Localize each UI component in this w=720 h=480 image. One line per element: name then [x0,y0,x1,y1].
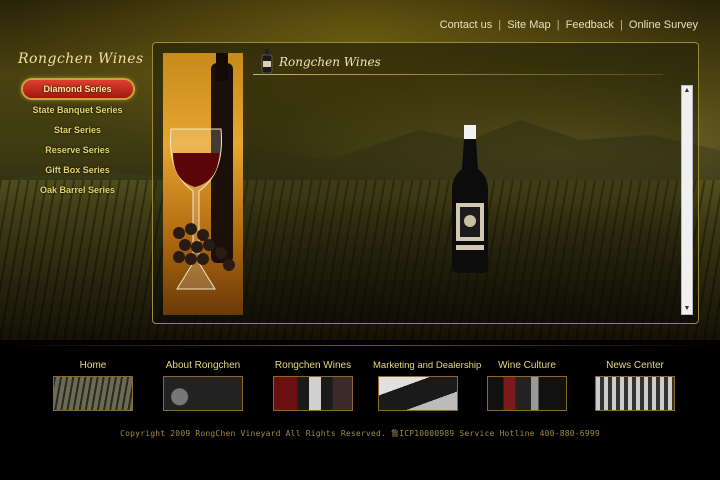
contact-us-link[interactable]: Contact us [440,19,493,31]
site-map-link[interactable]: Site Map [507,19,550,31]
wine-glasses-thumb [487,376,567,411]
wine-glass-illustration [169,53,235,290]
series-item-state-banquet[interactable]: State Banquet Series [0,100,155,120]
link-separator: | [498,19,502,31]
nav-label: Marketing and Dealership [373,360,482,371]
top-links: Contact us | Site Map | Feedback | Onlin… [440,19,698,31]
series-item-reserve[interactable]: Reserve Series [0,140,155,160]
panel-title: Rongchen Wines [279,55,381,69]
nav-item-wine-culture[interactable]: Wine Culture [482,358,572,411]
link-separator: | [619,19,623,31]
arrow-up-icon[interactable]: ▲ [682,86,692,96]
wine-glass-photo [163,53,243,315]
nav-label: Wine Culture [498,360,556,371]
nav-label: Rongchen Wines [274,360,352,371]
nav-item-marketing[interactable]: Marketing and Dealership [373,358,482,411]
nav-label: News Center [606,360,664,371]
link-separator: | [556,19,560,31]
series-item-star[interactable]: Star Series [0,120,155,140]
footer-copyright: Copyright 2009 RongChen Vineyard All Rig… [120,429,600,438]
online-survey-link[interactable]: Online Survey [629,19,698,31]
bottle-icon [261,49,273,73]
bottom-divider [0,345,720,346]
panel-divider [253,74,663,75]
product-bottle[interactable] [448,125,492,275]
series-item-gift-box[interactable]: Gift Box Series [0,160,155,180]
vineyard-thumb [53,376,133,411]
feedback-link[interactable]: Feedback [566,19,614,31]
wine-rack-thumb [595,376,675,411]
bottle-on-side-thumb [378,376,458,411]
series-menu: Diamond Series State Banquet Series Star… [0,80,155,200]
nav-label: Home [79,360,107,371]
nav-item-about[interactable]: About Rongchen [158,358,248,411]
panel-scrollbar[interactable]: ▲ ▼ [681,85,693,315]
series-item-diamond[interactable]: Diamond Series [22,80,133,98]
nav-item-home[interactable]: Home [48,358,138,411]
arrow-down-icon[interactable]: ▼ [682,304,692,314]
sidebar-brand: Rongchen Wines [18,51,144,67]
series-item-oak-barrel[interactable]: Oak Barrel Series [0,180,155,200]
bottom-nav: Home About Rongchen Rongchen Wines Marke… [0,358,720,418]
nav-item-news[interactable]: News Center [590,358,680,411]
nav-label: About Rongchen [165,360,241,371]
barrels-thumb [163,376,243,411]
content-panel: Rongchen Wines ▲ ▼ [152,42,699,324]
wine-bottle-thumb [273,376,353,411]
nav-item-wines[interactable]: Rongchen Wines [268,358,358,411]
bottle-illustration [452,125,488,273]
